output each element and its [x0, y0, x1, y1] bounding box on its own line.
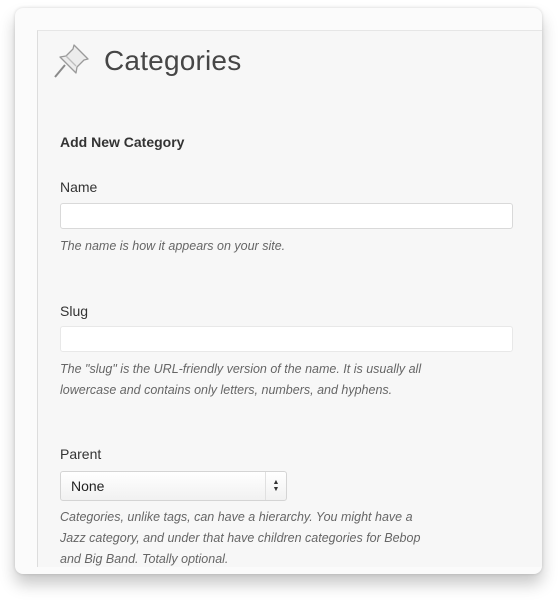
slug-input[interactable]	[60, 326, 513, 352]
page-header: Categories	[52, 41, 241, 81]
page-title: Categories	[104, 45, 242, 76]
name-label: Name	[60, 179, 98, 195]
parent-help-line-2: Jazz category, and under that have child…	[60, 531, 421, 545]
screenshot-card: Categories Add New Category Name The nam…	[15, 8, 542, 574]
name-input[interactable]	[60, 203, 513, 229]
select-arrows-icon: ▲ ▼	[265, 472, 286, 500]
parent-help-line-1: Categories, unlike tags, can have a hier…	[60, 510, 413, 524]
slug-help-line-2: lowercase and contains only letters, num…	[60, 383, 393, 397]
parent-select[interactable]: None ▲ ▼	[60, 471, 287, 501]
parent-help-text: Categories, unlike tags, can have a hier…	[60, 507, 535, 567]
slug-help-line-1: The "slug" is the URL-friendly version o…	[60, 362, 422, 376]
add-new-category-heading: Add New Category	[60, 134, 185, 150]
slug-label: Slug	[60, 303, 89, 319]
parent-help-line-3: and Big Band. Totally optional.	[60, 552, 229, 566]
parent-select-value: None	[71, 478, 105, 494]
pushpin-icon	[52, 41, 92, 81]
name-help-text: The name is how it appears on your site.	[60, 239, 286, 253]
add-category-panel: Categories Add New Category Name The nam…	[37, 30, 542, 567]
slug-help-text: The "slug" is the URL-friendly version o…	[60, 359, 535, 401]
parent-label: Parent	[60, 446, 102, 462]
